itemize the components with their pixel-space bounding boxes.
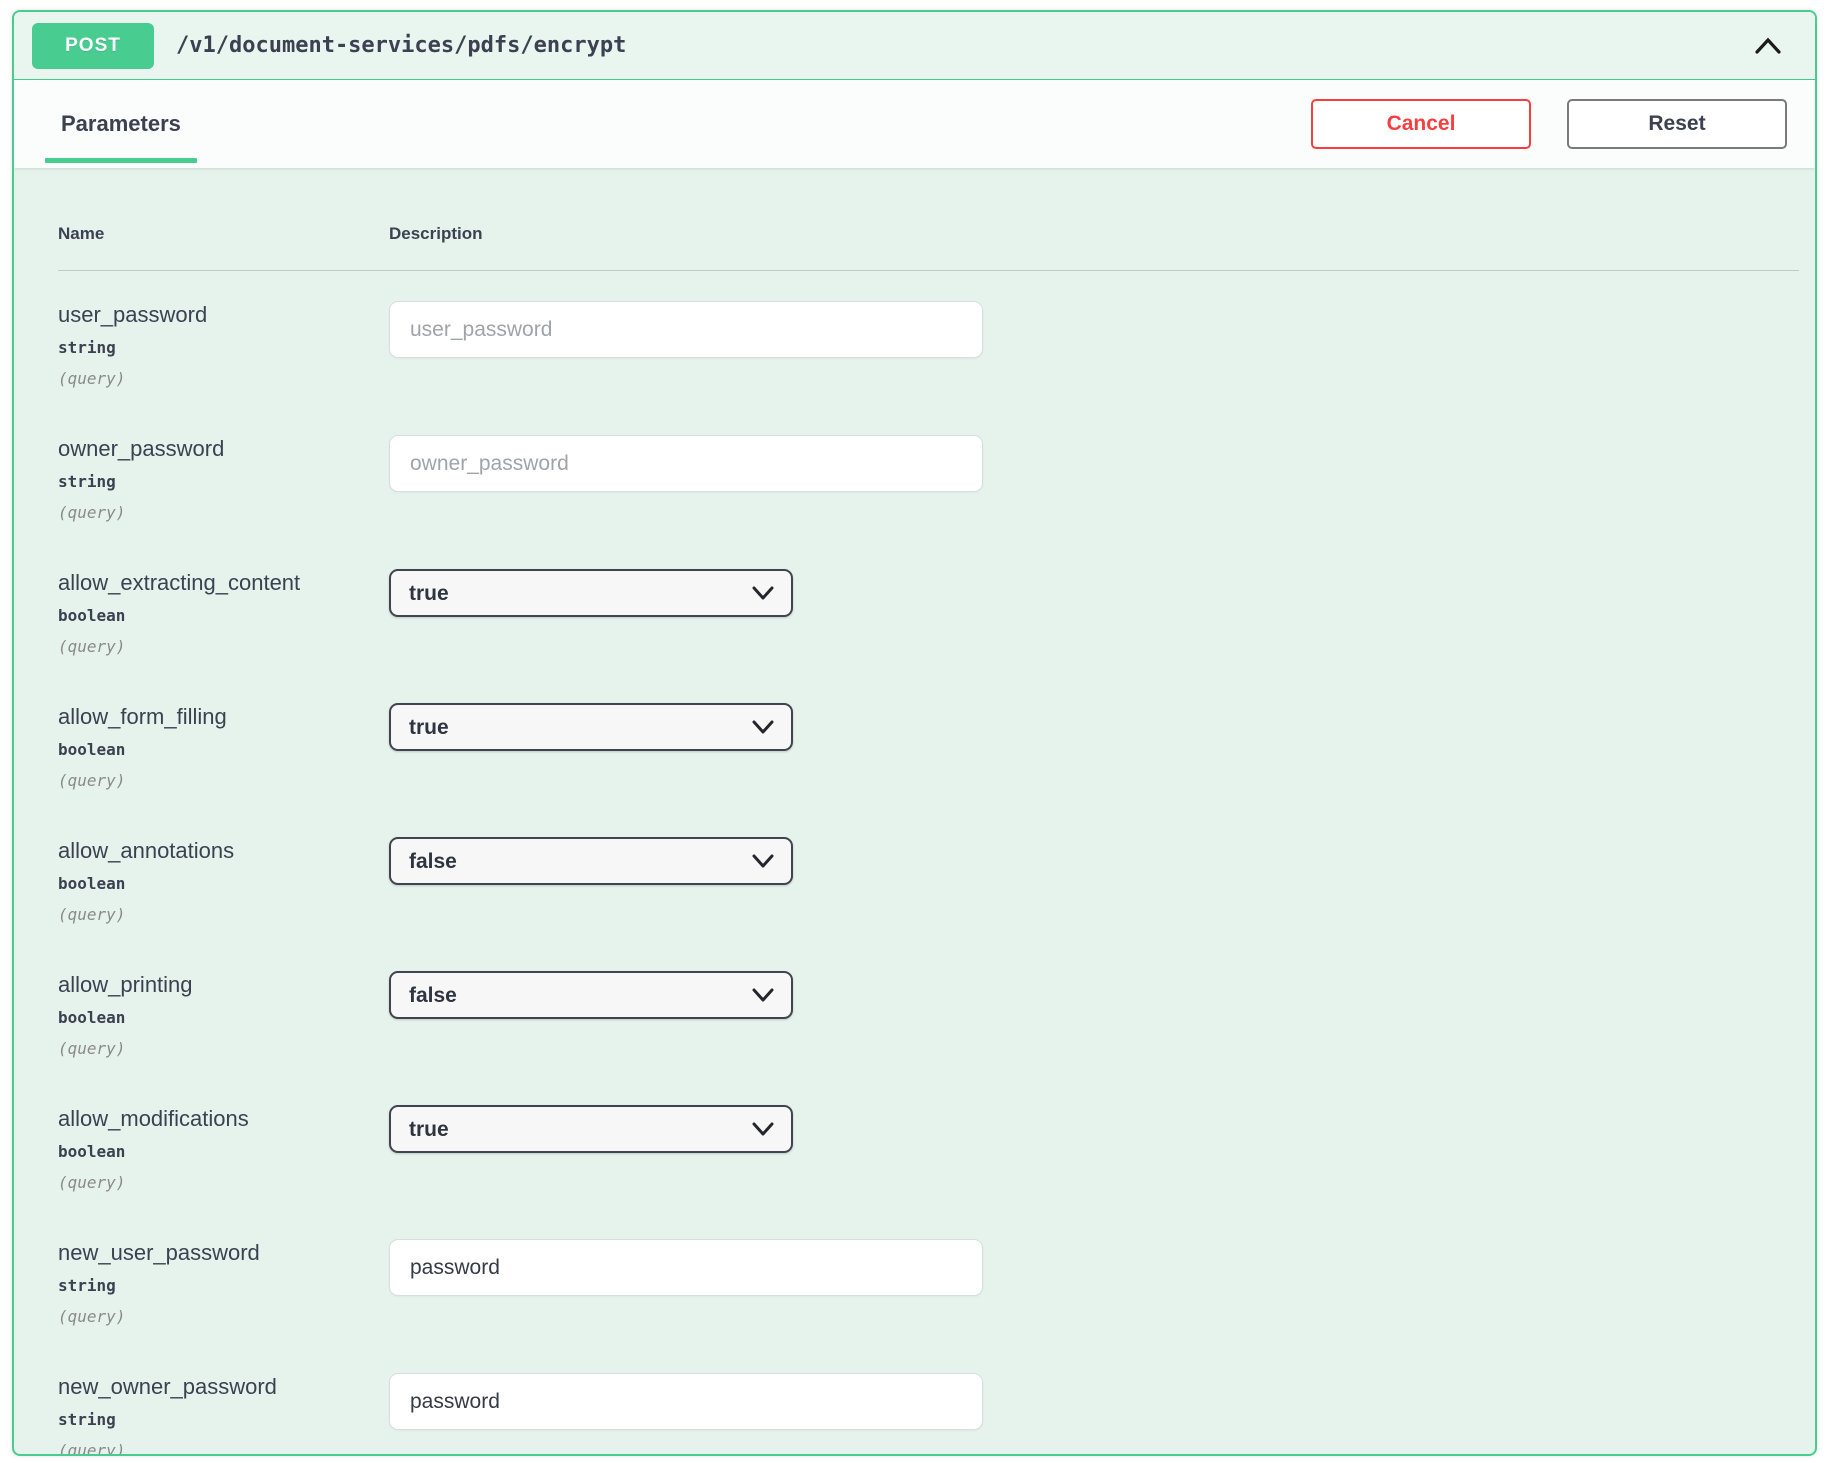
parameter-row: allow_extracting_content boolean (query)… <box>58 569 1815 656</box>
parameter-type: boolean <box>58 1008 389 1027</box>
parameter-description-cell <box>389 1239 1815 1326</box>
owner_password-input[interactable] <box>389 435 983 492</box>
allow_extracting_content-select[interactable]: true <box>389 569 793 617</box>
parameter-name: user_password <box>58 302 389 328</box>
parameter-location: (query) <box>58 905 389 924</box>
parameter-type: boolean <box>58 1142 389 1161</box>
parameter-location: (query) <box>58 369 389 388</box>
parameters-section-header: Parameters Cancel Reset <box>14 80 1815 168</box>
parameter-location: (query) <box>58 503 389 522</box>
parameter-name-cell: owner_password string (query) <box>58 435 389 522</box>
parameter-location: (query) <box>58 637 389 656</box>
parameter-name-cell: allow_modifications boolean (query) <box>58 1105 389 1192</box>
parameter-name-cell: user_password string (query) <box>58 301 389 388</box>
parameter-location: (query) <box>58 771 389 790</box>
column-header-description: Description <box>389 224 1799 244</box>
allow_printing-select[interactable]: false <box>389 971 793 1019</box>
parameters-title: Parameters <box>61 111 181 137</box>
parameter-row: new_owner_password string (query) <box>58 1373 1815 1456</box>
chevron-up-icon <box>1753 36 1783 56</box>
tab-parameters[interactable]: Parameters <box>45 80 197 168</box>
user_password-input[interactable] <box>389 301 983 358</box>
parameter-location: (query) <box>58 1441 389 1456</box>
parameter-type: string <box>58 472 389 491</box>
parameter-location: (query) <box>58 1307 389 1326</box>
table-header-row: Name Description <box>14 224 1815 244</box>
parameter-row: owner_password string (query) <box>58 435 1815 522</box>
parameter-row: allow_form_filling boolean (query) true <box>58 703 1815 790</box>
allow_annotations-select-wrap: false <box>389 837 793 885</box>
parameter-type: string <box>58 338 389 357</box>
parameter-name-cell: allow_extracting_content boolean (query) <box>58 569 389 656</box>
parameter-name: owner_password <box>58 436 389 462</box>
parameter-row: allow_modifications boolean (query) true <box>58 1105 1815 1192</box>
tab-active-underline <box>45 158 197 163</box>
parameter-type: boolean <box>58 740 389 759</box>
parameter-name: allow_extracting_content <box>58 570 389 596</box>
column-header-name: Name <box>58 224 389 244</box>
parameter-name-cell: new_owner_password string (query) <box>58 1373 389 1456</box>
endpoint-header[interactable]: POST /v1/document-services/pdfs/encrypt <box>14 12 1815 80</box>
allow_extracting_content-select-wrap: true <box>389 569 793 617</box>
allow_form_filling-select-wrap: true <box>389 703 793 751</box>
parameter-rows: user_password string (query) owner_passw… <box>14 271 1815 1456</box>
parameter-name-cell: allow_annotations boolean (query) <box>58 837 389 924</box>
parameter-type: string <box>58 1410 389 1429</box>
parameter-row: new_user_password string (query) <box>58 1239 1815 1326</box>
parameter-name-cell: new_user_password string (query) <box>58 1239 389 1326</box>
parameter-name: new_owner_password <box>58 1374 389 1400</box>
parameter-description-cell: false <box>389 837 1815 924</box>
parameter-name: allow_form_filling <box>58 704 389 730</box>
parameter-name-cell: allow_form_filling boolean (query) <box>58 703 389 790</box>
header-buttons: Cancel Reset <box>1311 99 1787 149</box>
parameter-description-cell <box>389 1373 1815 1456</box>
parameter-name: allow_annotations <box>58 838 389 864</box>
parameter-name-cell: allow_printing boolean (query) <box>58 971 389 1058</box>
reset-button[interactable]: Reset <box>1567 99 1787 149</box>
parameter-description-cell: true <box>389 1105 1815 1192</box>
parameter-type: boolean <box>58 874 389 893</box>
method-badge: POST <box>32 23 154 69</box>
allow_modifications-select-wrap: true <box>389 1105 793 1153</box>
parameter-location: (query) <box>58 1173 389 1192</box>
allow_modifications-select[interactable]: true <box>389 1105 793 1153</box>
parameter-name: allow_printing <box>58 972 389 998</box>
parameter-location: (query) <box>58 1039 389 1058</box>
parameter-description-cell: false <box>389 971 1815 1058</box>
parameter-row: allow_annotations boolean (query) false <box>58 837 1815 924</box>
collapse-button[interactable] <box>1747 30 1789 62</box>
parameter-name: new_user_password <box>58 1240 389 1266</box>
parameter-row: user_password string (query) <box>58 301 1815 388</box>
parameter-description-cell: true <box>389 703 1815 790</box>
parameter-type: boolean <box>58 606 389 625</box>
parameter-type: string <box>58 1276 389 1295</box>
cancel-button[interactable]: Cancel <box>1311 99 1531 149</box>
new_user_password-input[interactable] <box>389 1239 983 1296</box>
parameters-table: Name Description user_password string (q… <box>14 168 1815 1456</box>
parameter-row: allow_printing boolean (query) false <box>58 971 1815 1058</box>
new_owner_password-input[interactable] <box>389 1373 983 1430</box>
allow_printing-select-wrap: false <box>389 971 793 1019</box>
parameter-name: allow_modifications <box>58 1106 389 1132</box>
parameter-description-cell <box>389 435 1815 522</box>
parameter-description-cell: true <box>389 569 1815 656</box>
allow_form_filling-select[interactable]: true <box>389 703 793 751</box>
allow_annotations-select[interactable]: false <box>389 837 793 885</box>
parameter-description-cell <box>389 301 1815 388</box>
operation-block: POST /v1/document-services/pdfs/encrypt … <box>12 10 1817 1456</box>
endpoint-path: /v1/document-services/pdfs/encrypt <box>176 33 626 58</box>
